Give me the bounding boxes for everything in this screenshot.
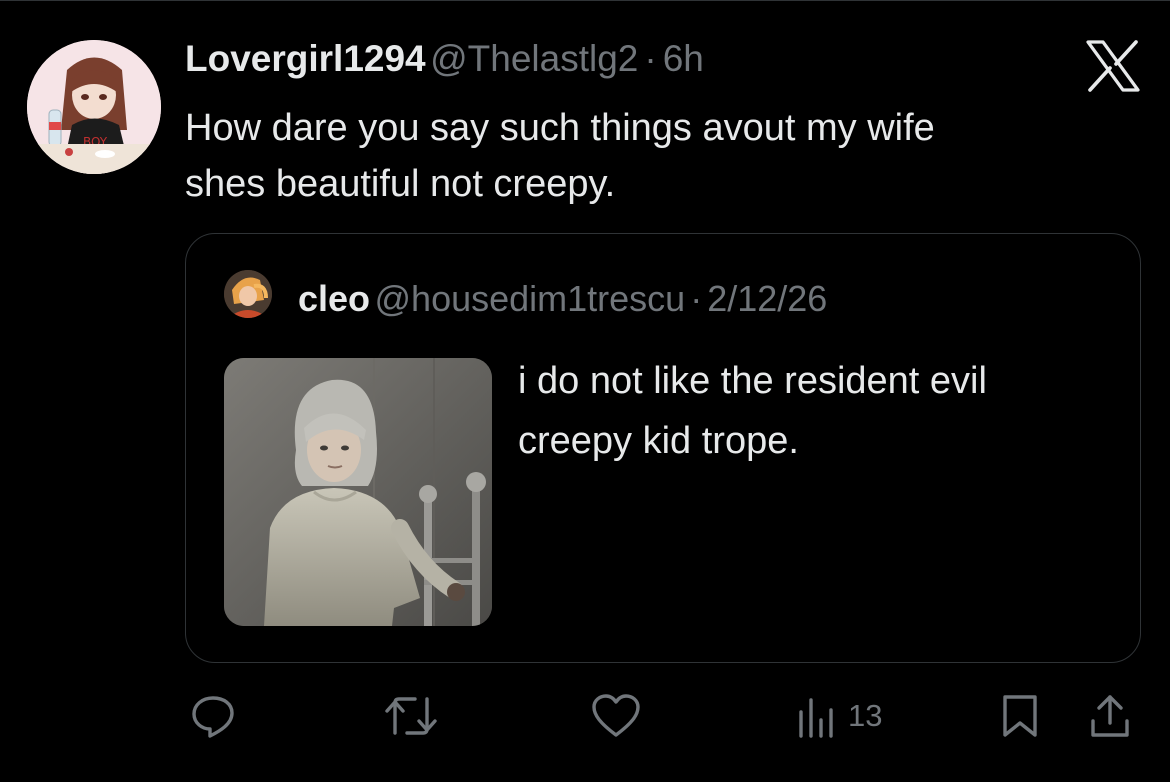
heart-icon — [590, 693, 642, 739]
header-separator: · — [644, 38, 657, 79]
reply-button[interactable] — [190, 688, 236, 744]
x-logo-icon — [1085, 40, 1141, 92]
avatar-illustration: BOY — [27, 40, 161, 174]
quoted-media-image[interactable] — [224, 358, 492, 626]
tweet-text-line: How dare you say such things avout my wi… — [185, 107, 935, 149]
like-button[interactable] — [590, 688, 642, 744]
quoted-header-separator: · — [690, 278, 703, 319]
tweet-header: Lovergirl1294 @Thelastlg2 · 6h — [185, 38, 704, 86]
views-button[interactable]: 13 — [796, 688, 882, 744]
top-divider — [0, 0, 1170, 1]
quoted-handle[interactable]: @housedim1trescu — [375, 278, 686, 319]
quoted-text-line: creepy kid trope. — [518, 420, 799, 462]
views-icon — [796, 694, 836, 738]
quoted-text-line: i do not like the resident evil — [518, 360, 987, 402]
author-avatar[interactable]: BOY — [27, 40, 161, 174]
views-count: 13 — [848, 698, 883, 733]
quoted-avatar-illustration — [224, 270, 272, 318]
bookmark-icon — [1000, 693, 1040, 739]
reply-icon — [190, 693, 236, 739]
share-button[interactable] — [1088, 688, 1132, 744]
tweet-action-bar: 13 — [0, 688, 1170, 748]
tweet-text: How dare you say such things avout my wi… — [185, 100, 1125, 212]
retweet-button[interactable] — [383, 688, 439, 744]
bookmark-button[interactable] — [1000, 688, 1040, 744]
quoted-tweet-header: cleo @housedim1trescu · 2/12/26 — [298, 278, 827, 320]
author-handle[interactable]: @Thelastlg2 — [430, 38, 638, 79]
quoted-tweet-text: i do not like the resident evil creepy k… — [518, 351, 1118, 471]
author-display-name[interactable]: Lovergirl1294 — [185, 38, 426, 79]
share-icon — [1088, 693, 1132, 739]
quoted-tweet[interactable]: cleo @housedim1trescu · 2/12/26 i do not… — [185, 233, 1141, 663]
quoted-image-illustration — [224, 358, 492, 626]
quoted-date[interactable]: 2/12/26 — [707, 278, 827, 319]
tweet-timestamp[interactable]: 6h — [663, 38, 704, 79]
tweet-text-line: shes beautiful not creepy. — [185, 163, 616, 205]
quoted-display-name[interactable]: cleo — [298, 278, 370, 319]
retweet-icon — [383, 693, 439, 739]
quoted-author-avatar[interactable] — [224, 270, 272, 318]
